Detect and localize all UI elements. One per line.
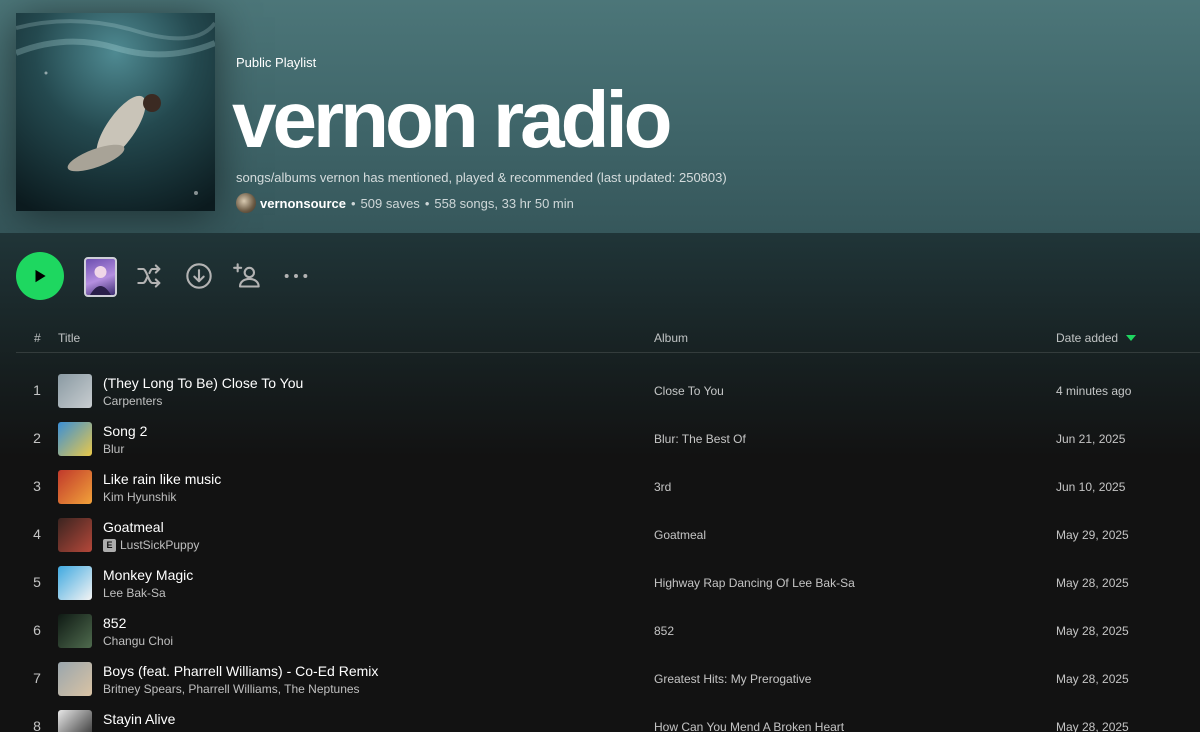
table-row[interactable]: 5 Monkey Magic Lee Bak-Sa Highway Rap Danci… (16, 558, 1200, 606)
track-artist[interactable]: Lee Bak-Sa (103, 586, 166, 600)
track-artist-line: Carpenters (103, 394, 162, 408)
sort-descending-icon (1126, 335, 1137, 341)
track-title[interactable]: Boys (feat. Pharrell Williams) - Co-Ed R… (103, 663, 378, 679)
table-row[interactable]: 8Stayin AliveBee GeesHow Can You Mend A … (16, 702, 1200, 732)
add-user-icon (233, 263, 260, 288)
track-album-art[interactable] (58, 710, 92, 732)
track-number: 8 (33, 718, 41, 732)
track-artist-line: E LustSickPuppy (103, 538, 199, 552)
header-album[interactable]: Album (654, 331, 688, 345)
table-row[interactable]: 7 Boys (feat. Pharrell Williams) - Co-Ed … (16, 654, 1200, 702)
header-title[interactable]: Title (58, 331, 80, 345)
preview-cover-button[interactable] (84, 257, 117, 297)
playlist-cover[interactable] (16, 13, 215, 211)
track-number: 6 (33, 622, 41, 638)
track-album[interactable]: Goatmeal (654, 528, 706, 542)
track-number: 1 (33, 382, 41, 398)
track-artist[interactable]: Carpenters (103, 394, 162, 408)
meta-separator: • (424, 195, 430, 211)
track-artist[interactable]: Blur (103, 442, 124, 456)
explicit-badge: E (103, 538, 116, 552)
track-album[interactable]: How Can You Mend A Broken Heart (654, 720, 844, 732)
track-date-added: Jun 21, 2025 (1056, 432, 1126, 446)
track-artist[interactable]: Kim Hyunshik (103, 490, 176, 504)
download-circle-icon (186, 263, 212, 289)
track-title[interactable]: Stayin Alive (103, 711, 175, 727)
track-artist[interactable]: LustSickPuppy (120, 538, 199, 552)
header-date-added[interactable]: Date added (1056, 331, 1137, 345)
track-album-art[interactable] (58, 518, 92, 552)
track-title[interactable]: (They Long To Be) Close To You (103, 375, 303, 391)
track-number: 2 (33, 430, 41, 446)
table-row[interactable]: 1 (They Long To Be) Close To You Carpenter… (16, 366, 1200, 414)
header-date-added-label: Date added (1056, 331, 1119, 345)
track-list: 1 (They Long To Be) Close To You Carpenter… (16, 366, 1200, 732)
track-number: 4 (33, 526, 41, 542)
track-artist-line: Kim Hyunshik (103, 490, 176, 504)
owner-link[interactable]: vernonsource (260, 196, 346, 211)
action-bar (16, 252, 616, 300)
track-artist-line: Britney Spears, Pharrell Williams, The N… (103, 682, 360, 696)
track-album-art[interactable] (58, 614, 92, 648)
track-date-added: May 28, 2025 (1056, 720, 1129, 732)
header-number: # (34, 331, 41, 345)
track-album-art[interactable] (58, 566, 92, 600)
play-icon (35, 269, 46, 283)
track-album-art[interactable] (58, 374, 92, 408)
preview-cover-image (90, 266, 111, 295)
track-date-added: May 29, 2025 (1056, 528, 1129, 542)
more-options-button[interactable] (282, 262, 310, 290)
track-title[interactable]: Song 2 (103, 423, 147, 439)
track-artist-line: Lee Bak-Sa (103, 586, 166, 600)
more-horizontal-icon (284, 274, 308, 278)
track-artist[interactable]: Changu Choi (103, 634, 173, 648)
table-row[interactable]: 6 852 Changu Choi 852 May 28, 2025 (16, 606, 1200, 654)
track-title[interactable]: Monkey Magic (103, 567, 193, 583)
track-number: 5 (33, 574, 41, 590)
track-album[interactable]: Greatest Hits: My Prerogative (654, 672, 811, 686)
track-number: 7 (33, 670, 41, 686)
track-album[interactable]: 3rd (654, 480, 671, 494)
track-artist[interactable]: Britney Spears, Pharrell Williams, The N… (103, 682, 360, 696)
meta-separator: • (350, 195, 356, 211)
track-title[interactable]: 852 (103, 615, 126, 631)
track-artist-line: Blur (103, 442, 124, 456)
track-album-art[interactable] (58, 422, 92, 456)
owner-avatar[interactable] (236, 193, 256, 213)
track-artist-line: Changu Choi (103, 634, 173, 648)
songs-duration: 558 songs, 33 hr 50 min (434, 195, 574, 211)
table-row[interactable]: 3 Like rain like music Kim Hyunshik 3rd Jun … (16, 462, 1200, 510)
playlist-header: Public Playlist vernon radio songs/album… (0, 0, 1200, 233)
track-number: 3 (33, 478, 41, 494)
playlist-type-label: Public Playlist (236, 55, 317, 70)
track-title[interactable]: Like rain like music (103, 471, 221, 487)
playlist-title[interactable]: vernon radio (232, 74, 673, 166)
shuffle-button[interactable] (136, 262, 164, 290)
table-row[interactable]: 4 Goatmeal E LustSickPuppy Goatmeal May 29, 2… (16, 510, 1200, 558)
track-title[interactable]: Goatmeal (103, 519, 164, 535)
track-album[interactable]: Blur: The Best Of (654, 432, 746, 446)
download-button[interactable] (185, 262, 213, 290)
table-row[interactable]: 2 Song 2 Blur Blur: The Best Of Jun 21, 2025 (16, 414, 1200, 462)
track-album[interactable]: 852 (654, 624, 674, 638)
track-album-art[interactable] (58, 470, 92, 504)
playlist-meta: vernonsource • 509 saves • 558 songs, 33… (236, 193, 574, 213)
track-date-added: May 28, 2025 (1056, 672, 1129, 686)
shuffle-icon (137, 264, 161, 288)
track-date-added: May 28, 2025 (1056, 576, 1129, 590)
saves-count: 509 saves (360, 195, 420, 211)
track-album-art[interactable] (58, 662, 92, 696)
playlist-description: songs/albums vernon has mentioned, playe… (236, 170, 727, 185)
track-date-added: May 28, 2025 (1056, 624, 1129, 638)
track-date-added: Jun 10, 2025 (1056, 480, 1126, 494)
play-button[interactable] (16, 252, 64, 300)
track-date-added: 4 minutes ago (1056, 384, 1132, 398)
track-album[interactable]: Close To You (654, 384, 724, 398)
track-album[interactable]: Highway Rap Dancing Of Lee Bak-Sa (654, 576, 855, 590)
track-table-header: # Title Album Date added (16, 322, 1200, 353)
invite-collaborator-button[interactable] (233, 262, 261, 290)
